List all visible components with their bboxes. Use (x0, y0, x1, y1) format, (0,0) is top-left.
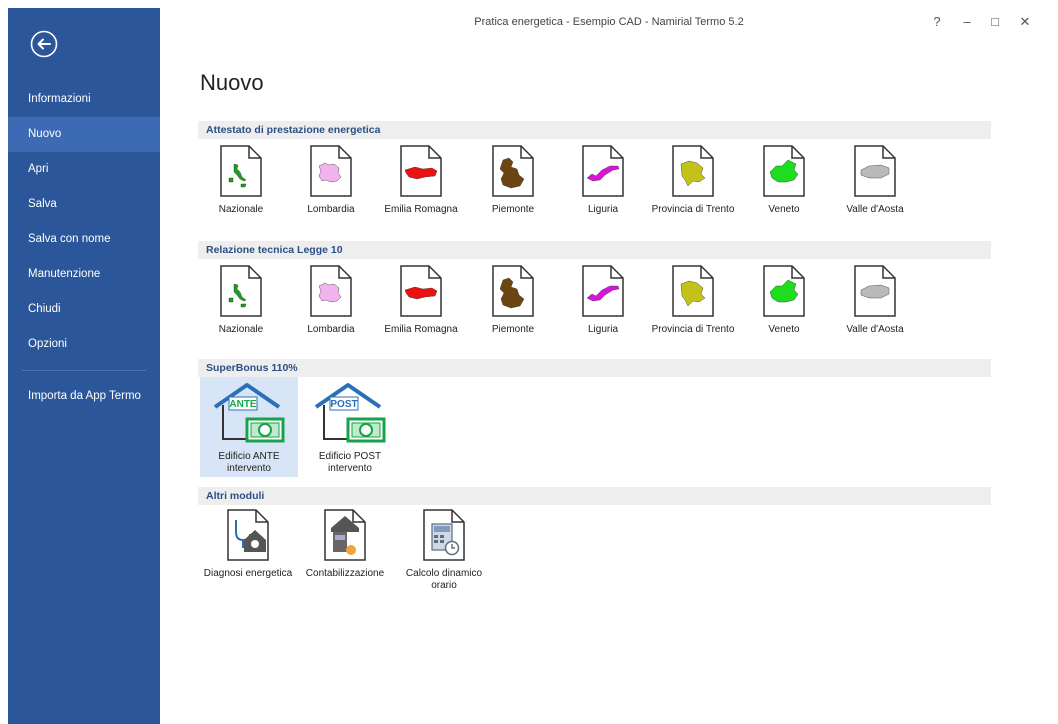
tile-label-post: Edificio POST intervento (318, 451, 382, 474)
document-region-icon (400, 145, 442, 197)
tile-label-diagnosi: Diagnosi energetica (203, 568, 293, 579)
document-region-icon (854, 265, 896, 317)
sidebar-divider (22, 370, 146, 371)
tile-label: Liguria (587, 204, 619, 215)
tile-label: Lombardia (307, 324, 355, 335)
document-region-icon (763, 265, 805, 317)
page-title: Nuovo (200, 70, 264, 95)
document-region-icon (310, 145, 352, 197)
sidebar-item-salva[interactable]: Salva (8, 187, 160, 222)
sidebar-item-apri[interactable]: Apri (8, 152, 160, 187)
tile-label-calcolo: Calcolo dinamico orario (405, 568, 483, 591)
post-tag: POST (330, 399, 357, 410)
app-window: Informazioni Nuovo Apri Salva Salva con … (8, 8, 1058, 724)
tile-calcolo-dinamico-orario[interactable]: Calcolo dinamico orario (396, 508, 492, 592)
document-region-icon (582, 265, 624, 317)
tile-label: Emilia Romagna (384, 204, 458, 215)
tile-label: Provincia di Trento (651, 324, 735, 335)
document-region-icon (492, 265, 534, 317)
tile-label: Lombardia (307, 204, 355, 215)
main-panel: Nuovo Attestato di prestazione energetic… (160, 38, 1058, 724)
tile-label-contabilizzazione: Contabilizzazione (305, 568, 385, 579)
ante-tag: ANTE (229, 399, 257, 410)
ape-tile-piemonte[interactable]: Piemonte (470, 144, 556, 216)
l10-tile-valle-d-aosta[interactable]: Valle d'Aosta (832, 264, 918, 336)
tile-label: Nazionale (218, 324, 264, 335)
minimize-button[interactable]: – (956, 14, 978, 29)
sidebar-item-salva-con-nome[interactable]: Salva con nome (8, 222, 160, 257)
tile-label: Veneto (768, 204, 800, 215)
maximize-button[interactable]: □ (984, 14, 1006, 29)
l10-tile-liguria[interactable]: Liguria (560, 264, 646, 336)
document-region-icon (310, 265, 352, 317)
section-header-altri-moduli: Altri moduli (198, 487, 991, 505)
window-title: Pratica energetica - Esempio CAD - Namir… (474, 16, 744, 28)
tile-contabilizzazione[interactable]: Contabilizzazione (300, 508, 390, 580)
ape-tile-valle-d-aosta[interactable]: Valle d'Aosta (832, 144, 918, 216)
tile-label: Valle d'Aosta (846, 204, 904, 215)
title-bar: Pratica energetica - Esempio CAD - Namir… (160, 8, 1058, 38)
tile-label: Piemonte (491, 204, 535, 215)
sidebar-item-importa-app-termo[interactable]: Importa da App Termo (8, 379, 160, 414)
document-region-icon (220, 145, 262, 197)
house-money-icon: ANTE (213, 383, 285, 443)
section-header-legge10: Relazione tecnica Legge 10 (198, 241, 991, 259)
tile-label: Emilia Romagna (384, 324, 458, 335)
tile-edificio-post[interactable]: POST Edificio POST intervento (301, 377, 399, 477)
l10-tile-lombardia[interactable]: Lombardia (288, 264, 374, 336)
l10-tile-veneto[interactable]: Veneto (741, 264, 827, 336)
sidebar-nav: Informazioni Nuovo Apri Salva Salva con … (8, 82, 160, 414)
ape-tile-liguria[interactable]: Liguria (560, 144, 646, 216)
tile-label: Liguria (587, 324, 619, 335)
tile-edificio-ante[interactable]: ANTE Edificio ANTE intervento (200, 377, 298, 477)
document-region-icon (400, 265, 442, 317)
help-button[interactable]: ? (926, 14, 948, 29)
ape-tile-provincia-di-trento[interactable]: Provincia di Trento (650, 144, 736, 216)
tile-label: Veneto (768, 324, 800, 335)
sidebar-item-informazioni[interactable]: Informazioni (8, 82, 160, 117)
document-region-icon (492, 145, 534, 197)
stethoscope-house-icon (227, 509, 269, 561)
document-region-icon (854, 145, 896, 197)
sidebar-item-opzioni[interactable]: Opzioni (8, 327, 160, 362)
document-region-icon (582, 145, 624, 197)
back-arrow-icon[interactable] (30, 30, 58, 58)
calculator-clock-icon (423, 509, 465, 561)
l10-tile-piemonte[interactable]: Piemonte (470, 264, 556, 336)
backstage-sidebar: Informazioni Nuovo Apri Salva Salva con … (8, 8, 160, 724)
sidebar-item-chiudi[interactable]: Chiudi (8, 292, 160, 327)
document-region-icon (763, 145, 805, 197)
section-header-ape: Attestato di prestazione energetica (198, 121, 991, 139)
house-money-icon: POST (314, 383, 386, 443)
document-region-icon (220, 265, 262, 317)
l10-tile-provincia-di-trento[interactable]: Provincia di Trento (650, 264, 736, 336)
ape-tile-emilia-romagna[interactable]: Emilia Romagna (378, 144, 464, 216)
sidebar-item-nuovo[interactable]: Nuovo (8, 117, 160, 152)
l10-tile-emilia-romagna[interactable]: Emilia Romagna (378, 264, 464, 336)
document-region-icon (672, 145, 714, 197)
meter-house-icon (324, 509, 366, 561)
tile-label: Provincia di Trento (651, 204, 735, 215)
ape-tile-lombardia[interactable]: Lombardia (288, 144, 374, 216)
ape-tile-nazionale[interactable]: Nazionale (198, 144, 284, 216)
ape-tile-veneto[interactable]: Veneto (741, 144, 827, 216)
document-region-icon (672, 265, 714, 317)
close-button[interactable]: ✕ (1014, 14, 1036, 30)
tile-label: Piemonte (491, 324, 535, 335)
tile-label: Valle d'Aosta (846, 324, 904, 335)
sidebar-item-manutenzione[interactable]: Manutenzione (8, 257, 160, 292)
tile-diagnosi-energetica[interactable]: Diagnosi energetica (198, 508, 298, 580)
l10-tile-nazionale[interactable]: Nazionale (198, 264, 284, 336)
tile-label-ante: Edificio ANTE intervento (218, 451, 280, 474)
section-header-superbonus: SuperBonus 110% (198, 359, 991, 377)
tile-label: Nazionale (218, 204, 264, 215)
